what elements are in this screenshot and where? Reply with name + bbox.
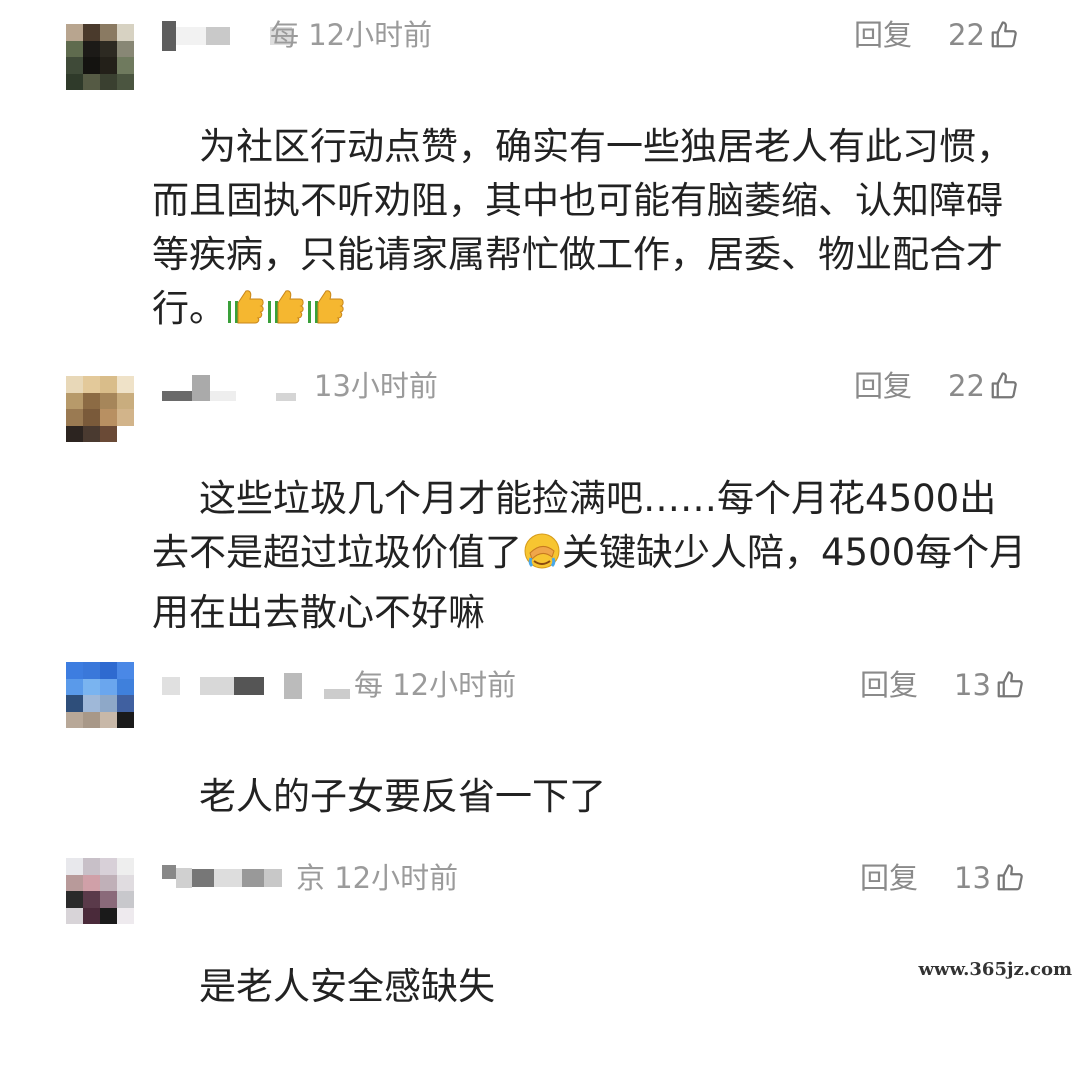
like-count: 13: [954, 668, 991, 702]
comment-body: 是老人安全感缺失: [199, 965, 496, 1008]
reply-button[interactable]: 回复: [854, 15, 912, 55]
like-button[interactable]: 13: [954, 858, 1025, 898]
username-blurred[interactable]: [162, 368, 296, 408]
comment-meta: 京 12小时前: [296, 861, 459, 895]
like-button[interactable]: 22: [948, 366, 1019, 406]
comment-item: 每 12小时前 回复 22 为社区行动点赞，确实有一些独居老人有此习惯，而且固执…: [0, 0, 1080, 330]
avatar[interactable]: [66, 24, 134, 90]
like-count: 22: [948, 369, 985, 403]
thumbs-up-outline-icon: [997, 864, 1023, 891]
username-blurred[interactable]: [162, 858, 282, 898]
thumbs-up-outline-icon: [991, 21, 1017, 48]
comment-text: 为社区行动点赞，确实有一些独居老人有此习惯，而且固执不听劝阻，其中也可能有脑萎缩…: [152, 66, 1032, 396]
comment-text: 这些垃圾几个月才能捡满吧……每个月花4500出去不是超过垃圾价值了 关键缺少人陪…: [152, 418, 1032, 694]
reply-button[interactable]: 回复: [860, 665, 918, 705]
comment-meta: 每 12小时前: [270, 18, 433, 52]
thumbs-up-outline-icon: [991, 372, 1017, 399]
reply-button[interactable]: 回复: [854, 366, 912, 406]
facepalm-crying-emoji-icon: [522, 531, 562, 586]
reply-button[interactable]: 回复: [860, 858, 918, 898]
avatar[interactable]: [66, 376, 134, 442]
comment-text: 是老人安全感缺失: [152, 906, 1032, 1068]
username-blurred[interactable]: [162, 666, 350, 706]
thumbs-up-emoji-icon: [226, 287, 346, 342]
like-button[interactable]: 13: [954, 665, 1025, 705]
comment-meta: 每 12小时前: [354, 668, 517, 702]
site-watermark: www.365jz.com: [918, 959, 1072, 980]
like-count: 13: [954, 861, 991, 895]
avatar[interactable]: [66, 662, 134, 728]
comment-meta: 13小时前: [314, 369, 438, 403]
like-count: 22: [948, 18, 985, 52]
like-button[interactable]: 22: [948, 15, 1019, 55]
comment-text: 老人的子女要反省一下了: [152, 716, 1032, 878]
thumbs-up-outline-icon: [997, 671, 1023, 698]
avatar[interactable]: [66, 858, 134, 924]
comment-body: 老人的子女要反省一下了: [199, 775, 607, 818]
